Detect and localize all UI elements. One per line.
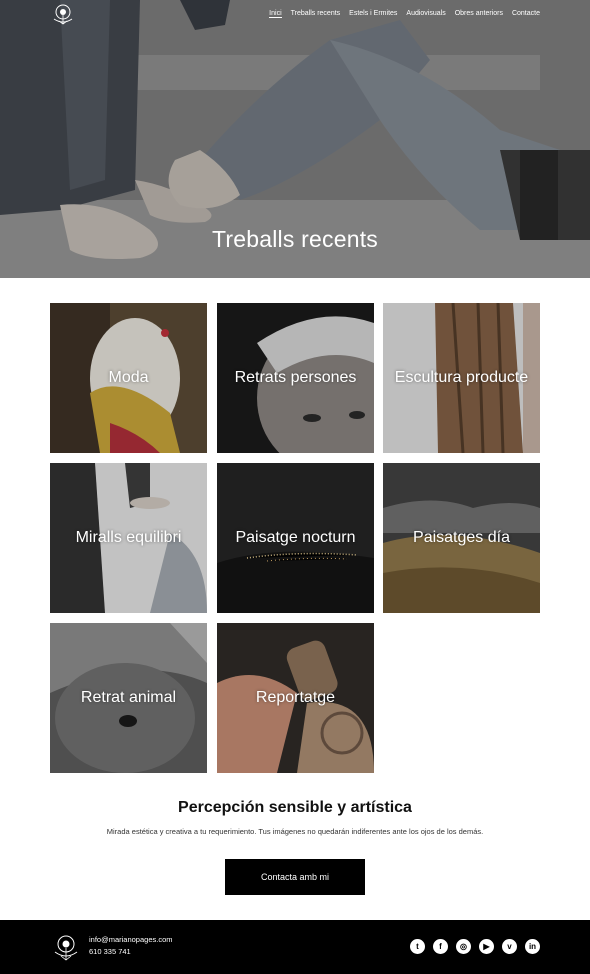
twitter-icon[interactable]: t xyxy=(410,939,425,954)
hero-banner: Inici Treballs recents Estels i Ermites … xyxy=(0,0,590,278)
nav-item-audiovisuals[interactable]: Audiovisuals xyxy=(406,10,445,18)
tile-label: Miralls equilibri xyxy=(75,529,182,546)
gallery-tile-paisatge-nocturn[interactable]: Paisatge nocturn xyxy=(217,463,374,613)
nav-item-treballs-recents[interactable]: Treballs recents xyxy=(291,10,341,18)
footer: info@marianopages.com 610 335 741 t f ◎ … xyxy=(0,920,590,974)
contact-button[interactable]: Contacta amb mi xyxy=(225,859,365,895)
footer-phone: 610 335 741 xyxy=(89,947,131,956)
main-navigation: Inici Treballs recents Estels i Ermites … xyxy=(269,10,540,18)
gallery-tile-escultura-producte[interactable]: Escultura producte xyxy=(383,303,540,453)
social-links: t f ◎ ▶ v in xyxy=(410,939,540,954)
page-title: Treballs recents xyxy=(212,226,378,252)
gallery-tile-retrat-animal[interactable]: Retrat animal xyxy=(50,623,207,773)
tile-label: Escultura producte xyxy=(394,369,529,386)
instagram-icon[interactable]: ◎ xyxy=(456,939,471,954)
facebook-icon[interactable]: f xyxy=(433,939,448,954)
vimeo-icon[interactable]: v xyxy=(502,939,517,954)
brand-logo-icon[interactable] xyxy=(50,3,76,25)
cta-description: Mirada estética y creativa a tu requerim… xyxy=(106,827,484,836)
tile-label: Reportatge xyxy=(255,689,336,706)
footer-logo-icon[interactable] xyxy=(50,933,82,961)
nav-item-obres-anteriors[interactable]: Obres anteriors xyxy=(455,10,503,18)
gallery-tile-retrats-persones[interactable]: Retrats persones xyxy=(217,303,374,453)
nav-item-contacte[interactable]: Contacte xyxy=(512,10,540,18)
nav-item-estels-i-ermites[interactable]: Estels i Ermites xyxy=(349,10,397,18)
tile-label: Paisatge nocturn xyxy=(235,529,356,546)
footer-email-link[interactable]: info@marianopages.com xyxy=(89,934,173,946)
footer-contact: info@marianopages.com 610 335 741 xyxy=(89,934,173,958)
cta-heading: Percepción sensible y artística xyxy=(178,799,412,816)
tile-label: Retrat animal xyxy=(80,689,177,706)
gallery-tile-moda[interactable]: Moda xyxy=(50,303,207,453)
gallery-tile-reportatge[interactable]: Reportatge xyxy=(217,623,374,773)
nav-item-inici[interactable]: Inici xyxy=(269,10,282,18)
gallery-tile-paisatges-dia[interactable]: Paisatges día xyxy=(383,463,540,613)
gallery-tile-miralls-equilibri[interactable]: Miralls equilibri xyxy=(50,463,207,613)
tile-label: Paisatges día xyxy=(413,529,510,546)
tile-label: Retrats persones xyxy=(234,369,357,386)
linkedin-icon[interactable]: in xyxy=(525,939,540,954)
tile-label: Moda xyxy=(108,369,149,386)
youtube-icon[interactable]: ▶ xyxy=(479,939,494,954)
